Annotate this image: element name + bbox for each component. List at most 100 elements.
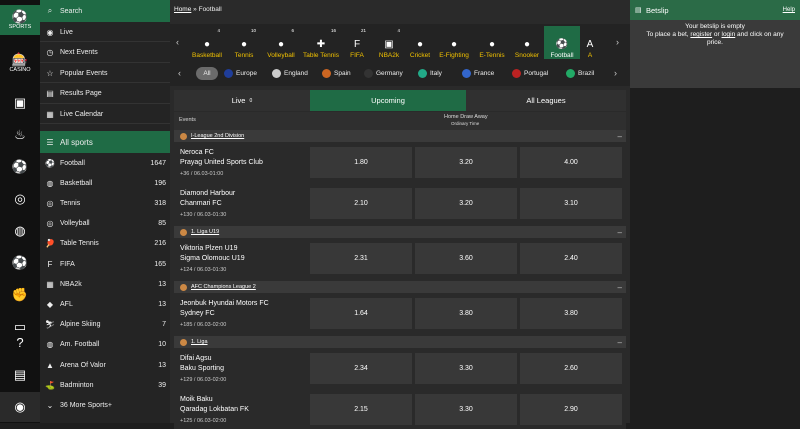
sport-tab[interactable]: ● E-Fighting [434,26,474,59]
rail-item-7[interactable]: ⚽ [0,248,40,278]
sport-tab[interactable]: ● Cricket [406,26,434,59]
home-team[interactable]: Diamond Harbour [180,190,235,197]
collapse-icon[interactable]: – [618,228,622,237]
event-meta[interactable]: +129 / 06.03-02:00 [180,377,226,383]
rail-item-5[interactable]: ◎ [0,184,40,214]
country-filter[interactable]: Spain [322,67,358,80]
event-meta[interactable]: +36 / 06.03-01:00 [180,171,223,177]
rail-item-0[interactable]: ⚽ SPORTS [0,5,40,35]
odds-button[interactable]: 2.31 [310,243,412,274]
chevron-right-icon[interactable]: › [614,68,617,78]
chevron-left-icon[interactable]: ‹ [178,68,181,78]
sport-tab[interactable]: ● Snooker [510,26,544,59]
sport-list-item[interactable]: ◆ AFL 13 [40,294,170,314]
login-link[interactable]: login [722,31,736,38]
odds-button[interactable]: 3.10 [520,188,622,219]
odds-button[interactable]: 2.60 [520,353,622,384]
league-header[interactable]: I-League 2nd Division – [174,130,626,142]
odds-button[interactable]: 2.90 [520,394,622,425]
sidebar-menu-item[interactable]: ▤ Results Page [40,84,170,104]
sidebar-menu-item[interactable]: ◉ Live [40,22,170,42]
sport-list-item[interactable]: F FIFA 165 [40,254,170,274]
odds-button[interactable]: 4.00 [520,147,622,178]
country-filter[interactable]: All [196,67,218,80]
league-header[interactable]: 1. Liga U19 – [174,226,626,238]
league-header[interactable]: AFC Champions League 2 – [174,281,626,293]
country-filter[interactable]: England [272,67,316,80]
more-sports-link[interactable]: ⌄ 36 More Sports+ [40,395,170,415]
home-team[interactable]: Difai Agsu [180,355,212,362]
event-meta[interactable]: +124 / 06.03-01:30 [180,267,226,273]
tab-all-leagues[interactable]: All Leagues [466,90,626,111]
sidebar-menu-item[interactable]: ▦ Live Calendar [40,104,170,125]
sport-tab[interactable]: F 21 FIFA [342,26,372,59]
rail-item-12[interactable]: ◉ [0,392,40,422]
sport-list-item[interactable]: ◎ Tennis 318 [40,193,170,213]
chevron-left-icon[interactable]: ‹ [176,37,179,47]
sport-list-item[interactable]: ⚽ Football 1647 [40,153,170,173]
sidebar-menu-item[interactable]: ◷ Next Events [40,43,170,63]
country-filter[interactable]: Germany [364,67,412,80]
away-team[interactable]: Prayag United Sports Club [180,159,263,166]
country-filter[interactable]: France [462,67,506,80]
home-team[interactable]: Jeonbuk Hyundai Motors FC [180,300,269,307]
country-filter[interactable]: Portugal [512,67,560,80]
rail-item-8[interactable]: ✊ [0,280,40,310]
country-filter[interactable]: Europe [224,67,266,80]
odds-button[interactable]: 3.80 [415,298,517,329]
collapse-icon[interactable]: – [618,132,622,141]
home-team[interactable]: Neroca FC [180,149,214,156]
rail-item-4[interactable]: ⚽ [0,152,40,182]
odds-button[interactable]: 3.20 [415,188,517,219]
country-filter[interactable]: Italy [418,67,456,80]
odds-button[interactable]: 3.30 [415,353,517,384]
away-team[interactable]: Baku Sporting [180,365,224,372]
sidebar-search[interactable]: ⌕ Search [40,0,170,22]
home-team[interactable]: Viktoria Plzen U19 [180,245,237,252]
event-meta[interactable]: +125 / 06.03-02:00 [180,418,226,424]
odds-button[interactable]: 2.40 [520,243,622,274]
sport-tab[interactable]: ● 6 Volleyball [262,26,300,59]
sport-list-item[interactable]: ◍ Am. Football 10 [40,335,170,355]
collapse-icon[interactable]: – [618,338,622,347]
breadcrumb-home[interactable]: Home [174,6,191,13]
sport-tab[interactable]: ▣ 4 NBA2k [372,26,406,59]
sport-tab[interactable]: ✚ 16 Table Tennis [300,26,342,59]
away-team[interactable]: Chanmari FC [180,200,222,207]
rail-item-6[interactable]: ◍ [0,216,40,246]
tab-upcoming[interactable]: Upcoming [310,90,466,111]
sport-list-item[interactable]: ⛳ Badminton 39 [40,375,170,395]
sport-list-item[interactable]: ⛷ Alpine Skiing 7 [40,315,170,335]
sport-tab[interactable]: ⚽ Football [544,26,580,59]
odds-button[interactable]: 1.80 [310,147,412,178]
rail-item-2[interactable]: ▣ [0,88,40,118]
sport-tab[interactable]: ● E-Tennis [474,26,510,59]
league-name[interactable]: 1. Liga U19 [191,229,219,235]
odds-button[interactable]: 3.80 [520,298,622,329]
league-name[interactable]: 1. Liga [191,339,208,345]
sidebar-menu-item[interactable]: ☆ Popular Events [40,63,170,84]
event-meta[interactable]: +185 / 06.03-02:00 [180,322,226,328]
odds-button[interactable]: 3.60 [415,243,517,274]
away-team[interactable]: Qaradag Lokbatan FK [180,406,249,413]
sport-list-item[interactable]: ◍ Basketball 196 [40,173,170,193]
country-filter[interactable]: Brazil [566,67,608,80]
odds-button[interactable]: 1.64 [310,298,412,329]
sport-list-item[interactable]: ▦ NBA2k 13 [40,274,170,294]
betslip-help-link[interactable]: Help [783,7,795,13]
league-header[interactable]: 1. Liga – [174,336,626,348]
league-name[interactable]: AFC Champions League 2 [191,284,256,290]
collapse-icon[interactable]: – [618,283,622,292]
rail-item-10[interactable]: ? [0,328,40,358]
odds-button[interactable]: 2.34 [310,353,412,384]
odds-button[interactable]: 2.15 [310,394,412,425]
rail-item-3[interactable]: ♨ [0,120,40,150]
rail-item-1[interactable]: 🎰 CASINO [0,48,40,78]
sport-list-item[interactable]: 🏓 Table Tennis 216 [40,234,170,254]
sport-list-item[interactable]: ▲ Arena Of Valor 13 [40,355,170,375]
chevron-right-icon[interactable]: › [616,37,619,47]
odds-button[interactable]: 2.10 [310,188,412,219]
away-team[interactable]: Sigma Olomouc U19 [180,255,245,262]
home-team[interactable]: Moik Baku [180,396,213,403]
register-link[interactable]: register [690,31,712,38]
